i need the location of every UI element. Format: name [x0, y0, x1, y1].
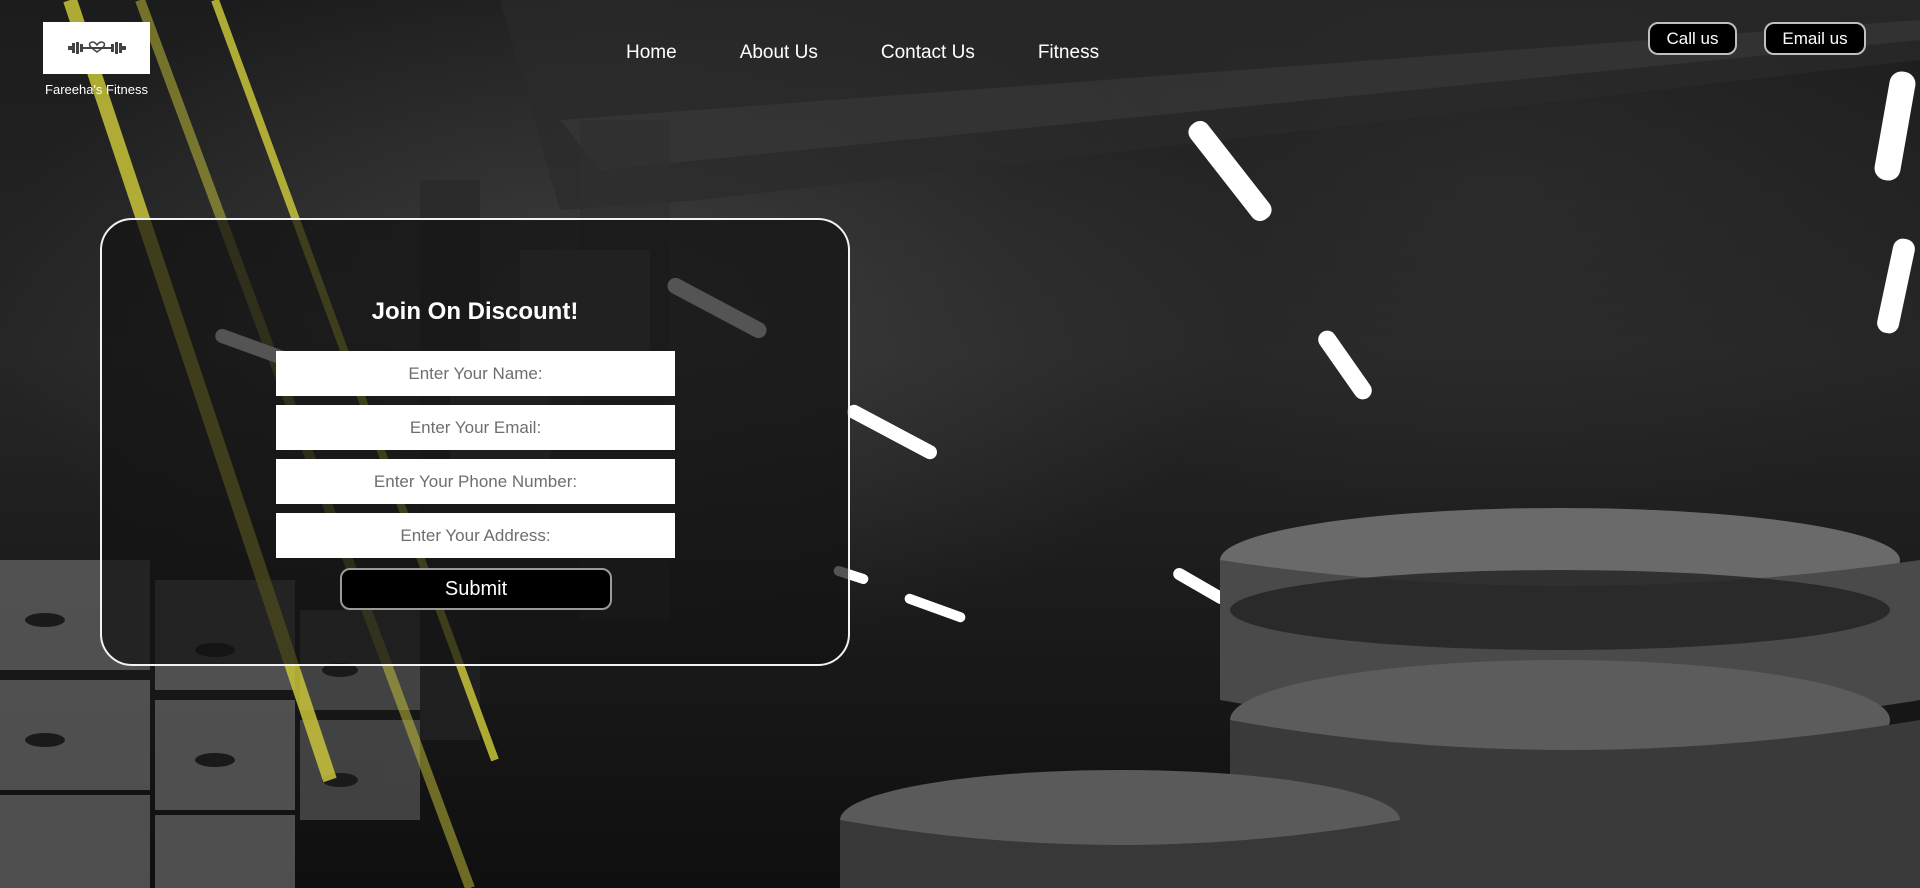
submit-button[interactable]: Submit — [340, 568, 612, 610]
brand-name: Fareeha's Fitness — [45, 82, 148, 97]
nav-item-contact-us[interactable]: Contact Us — [881, 42, 975, 64]
phone-input[interactable] — [276, 459, 675, 504]
address-input[interactable] — [276, 513, 675, 558]
main-nav: Home About Us Contact Us Fitness — [626, 42, 1099, 64]
form-title: Join On Discount! — [371, 298, 579, 325]
nav-item-home[interactable]: Home — [626, 42, 677, 64]
discount-signup-card: Join On Discount! Submit — [100, 218, 850, 666]
dumbbell-heart-icon — [67, 41, 126, 54]
call-us-button[interactable]: Call us — [1648, 22, 1737, 55]
logo-box — [43, 22, 150, 74]
brand-logo[interactable]: Fareeha's Fitness — [43, 22, 150, 97]
name-input[interactable] — [276, 351, 675, 396]
nav-item-fitness[interactable]: Fitness — [1038, 42, 1099, 64]
email-us-button[interactable]: Email us — [1764, 22, 1866, 55]
nav-item-about-us[interactable]: About Us — [740, 42, 818, 64]
email-input[interactable] — [276, 405, 675, 450]
